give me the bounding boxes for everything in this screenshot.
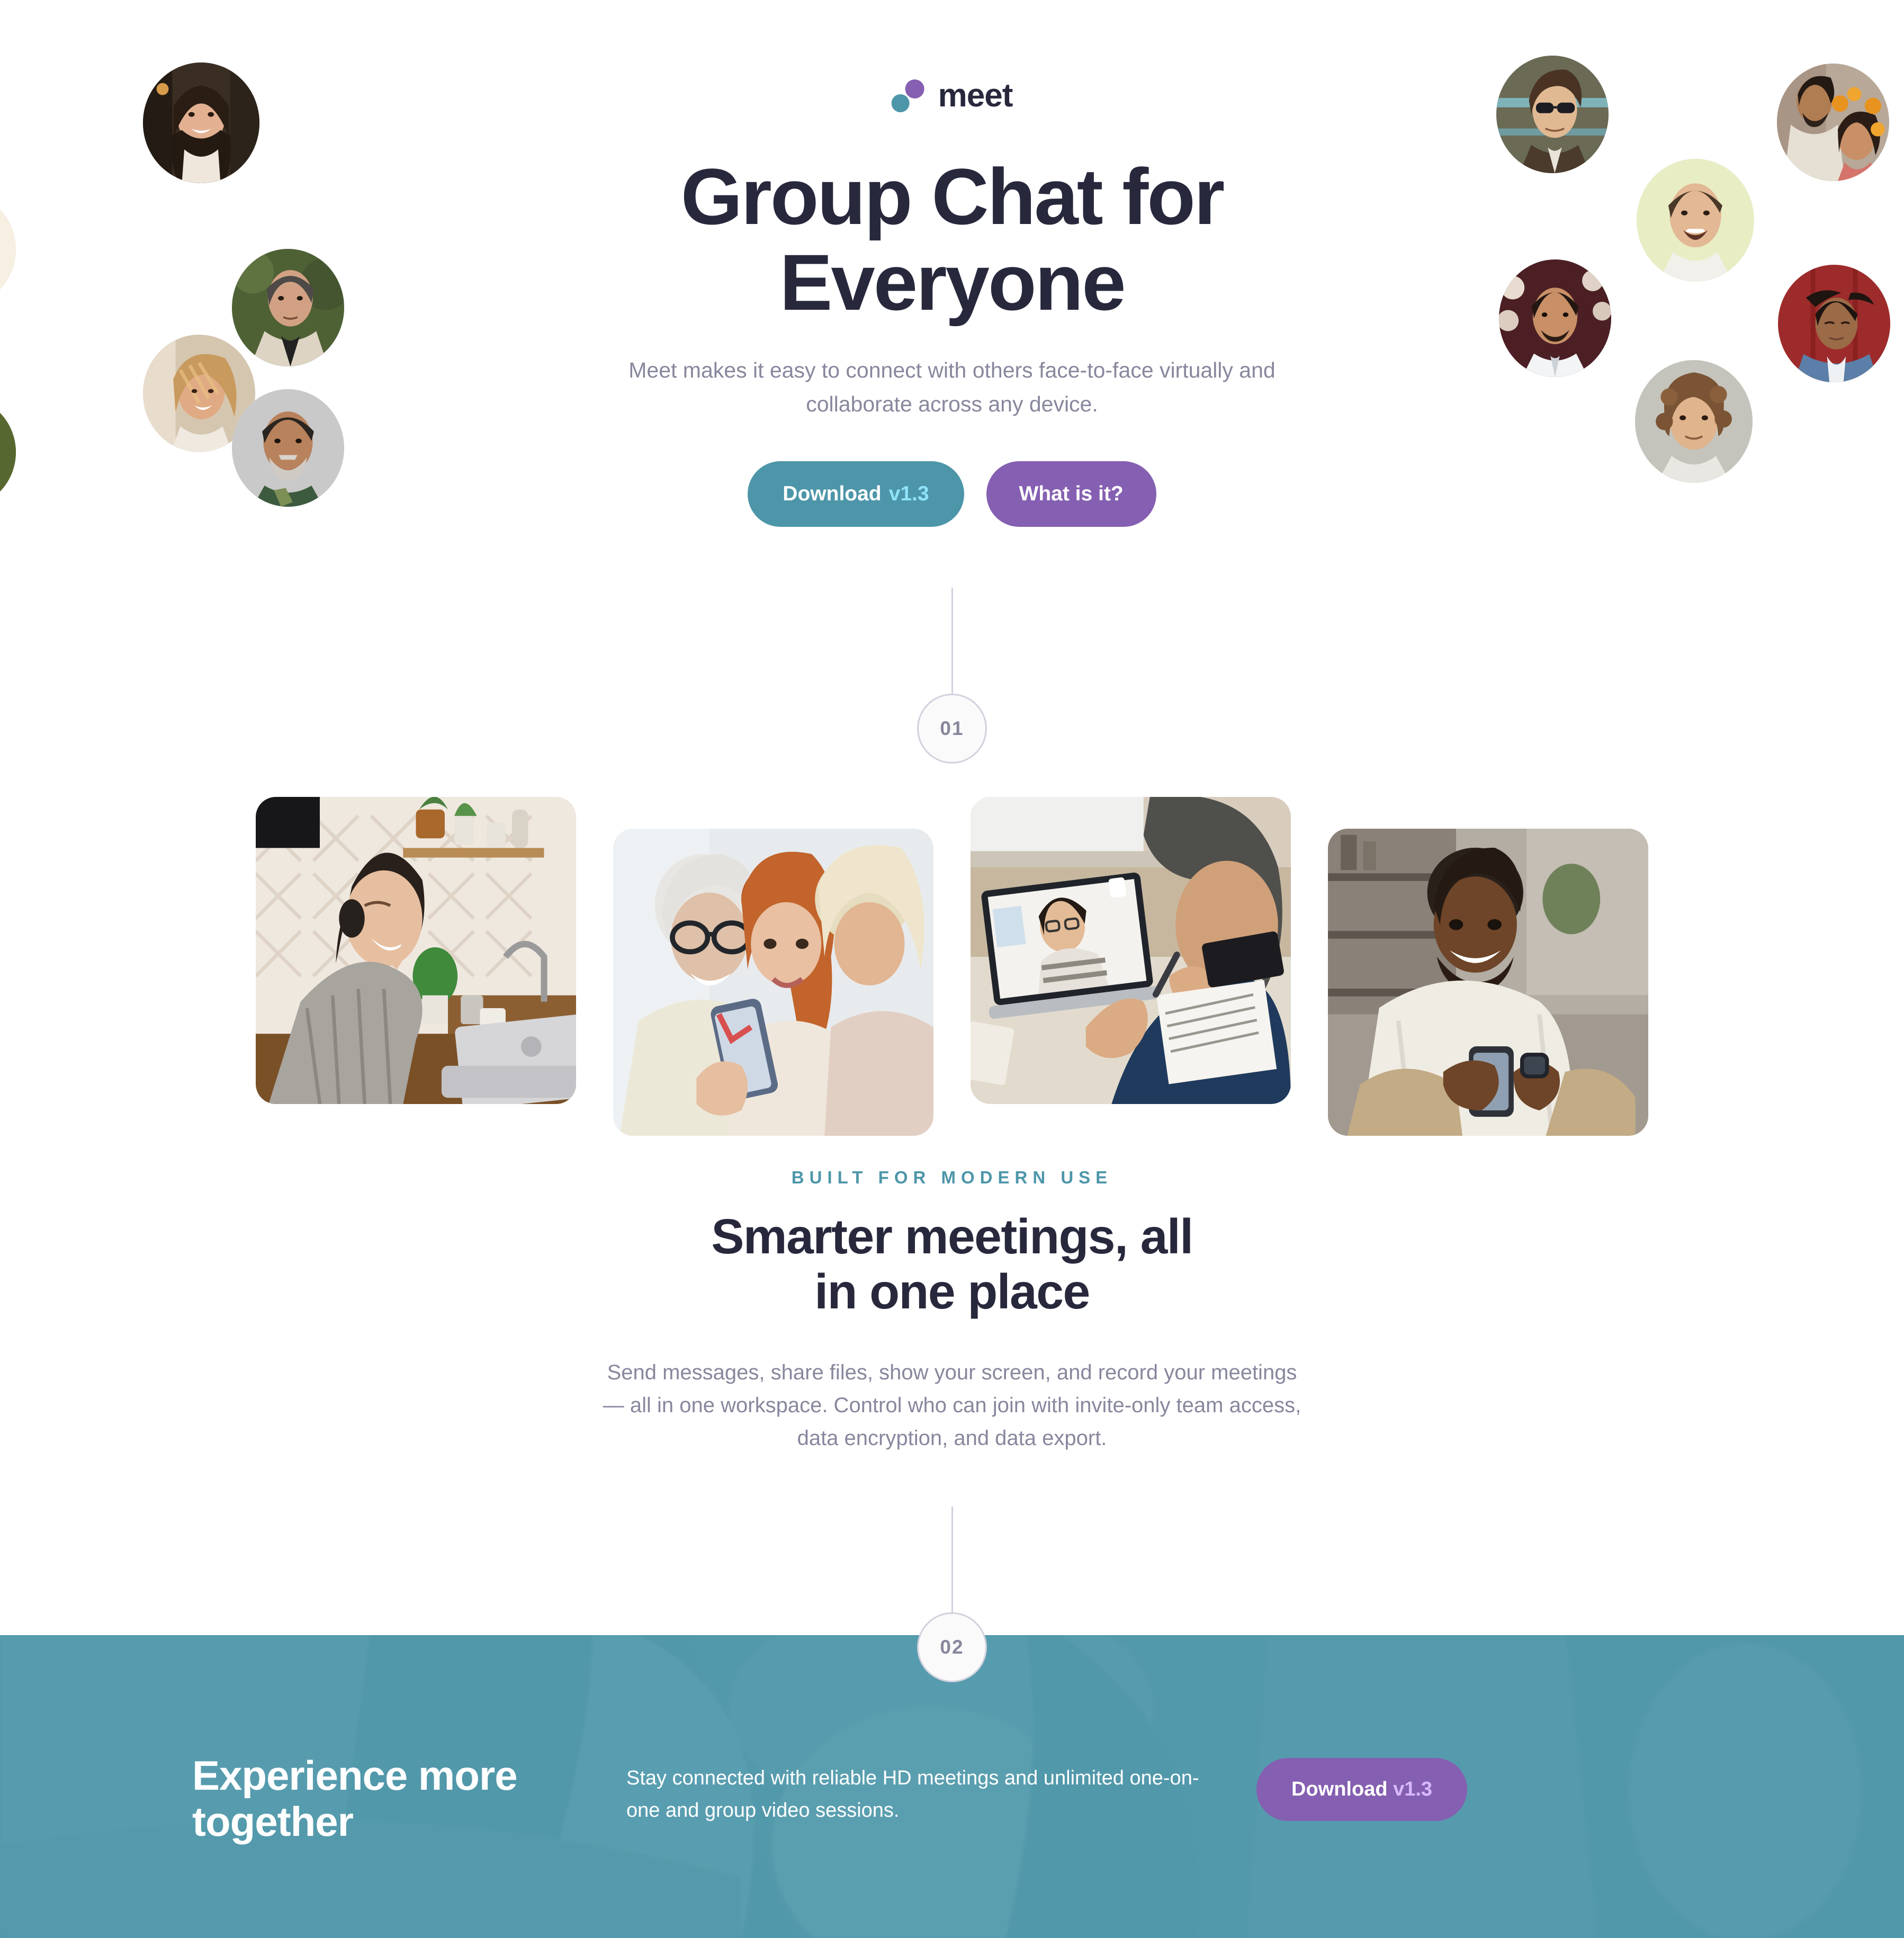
avatar-curly-hair-man — [1635, 360, 1753, 483]
hero-section: meet Group Chat for Everyone Meet makes … — [0, 0, 1904, 577]
cta-download-version: v1.3 — [1393, 1778, 1433, 1800]
what-is-it-button-label: What is it? — [1019, 482, 1124, 506]
avatar-cluster-left — [0, 0, 445, 577]
step-line — [951, 1506, 953, 1612]
gallery-image-2 — [613, 829, 933, 1136]
step-indicator-02: 02 — [917, 1506, 987, 1682]
download-button[interactable]: Download v1.3 — [748, 461, 964, 527]
hero-subtitle: Meet makes it easy to connect with other… — [628, 358, 1276, 416]
brand-name: meet — [938, 77, 1013, 114]
avatar-cluster-right — [1459, 0, 1904, 577]
gallery-image-4 — [1328, 829, 1648, 1136]
avatar-man-shearling-coat — [232, 249, 344, 366]
feature-title-line-2: in one place — [814, 1264, 1090, 1320]
step-line — [951, 588, 953, 694]
logo-dot-teal-icon — [891, 94, 910, 112]
feature-eyebrow: Built for modern use — [791, 1168, 1113, 1187]
brand-logo[interactable]: meet — [891, 77, 1013, 114]
feature-body: Send messages, share files, show your sc… — [603, 1361, 1301, 1450]
hero-content: Group Chat for Everyone Meet makes it ea… — [608, 154, 1296, 527]
step-number-01: 01 — [917, 694, 987, 764]
cta-download-button[interactable]: Download v1.3 — [1256, 1758, 1468, 1821]
cta-body: Stay connected with reliable HD meetings… — [626, 1767, 1199, 1822]
avatar-woman-dark-hair-smiling — [143, 62, 259, 183]
gallery-image-1 — [256, 797, 576, 1104]
gallery-image-3 — [971, 797, 1291, 1104]
avatar-man-sunglasses — [1496, 56, 1609, 173]
hero-actions: Download v1.3 What is it? — [608, 461, 1296, 527]
feature-title-line-1: Smarter meetings, all — [711, 1209, 1193, 1264]
logo-dots-icon — [891, 79, 927, 112]
logo-dot-purple-icon — [905, 79, 924, 98]
cta-download-label: Download — [1291, 1778, 1388, 1800]
step-indicator-01: 01 — [917, 588, 987, 764]
download-button-version: v1.3 — [888, 482, 929, 506]
avatar-man-knit-hat-red-shirt — [0, 397, 16, 507]
avatar-older-man-grey-beard — [232, 389, 344, 507]
landing-page: meet Group Chat for Everyone Meet makes … — [0, 0, 1904, 1938]
avatar-man-white-shirt-flowers — [1499, 259, 1611, 377]
hero-title-line-1: Group Chat for — [680, 152, 1225, 241]
page-title: Group Chat for Everyone — [608, 154, 1296, 325]
feature-section: Built for modern use Smarter meetings, a… — [603, 1168, 1301, 1455]
avatar-man-laughing-yellow-bg — [1637, 159, 1754, 282]
step-number-02: 02 — [917, 1612, 987, 1682]
avatar-young-man-sunset — [0, 193, 16, 306]
cta-title-line-1: Experience more — [192, 1752, 518, 1799]
what-is-it-button[interactable]: What is it? — [986, 461, 1156, 527]
cta-title-line-2: together — [192, 1798, 354, 1845]
download-button-label: Download — [783, 482, 882, 506]
hero-title-line-2: Everyone — [779, 238, 1126, 327]
feature-gallery — [256, 797, 1648, 1136]
avatar-woman-denim-red-wall — [1778, 265, 1890, 382]
cta-actions: Download v1.3 — [1256, 1753, 1468, 1821]
cta-title: Experience more together — [192, 1752, 595, 1845]
avatar-couple-with-flowers — [1777, 64, 1889, 181]
feature-title: Smarter meetings, all in one place — [603, 1209, 1301, 1319]
